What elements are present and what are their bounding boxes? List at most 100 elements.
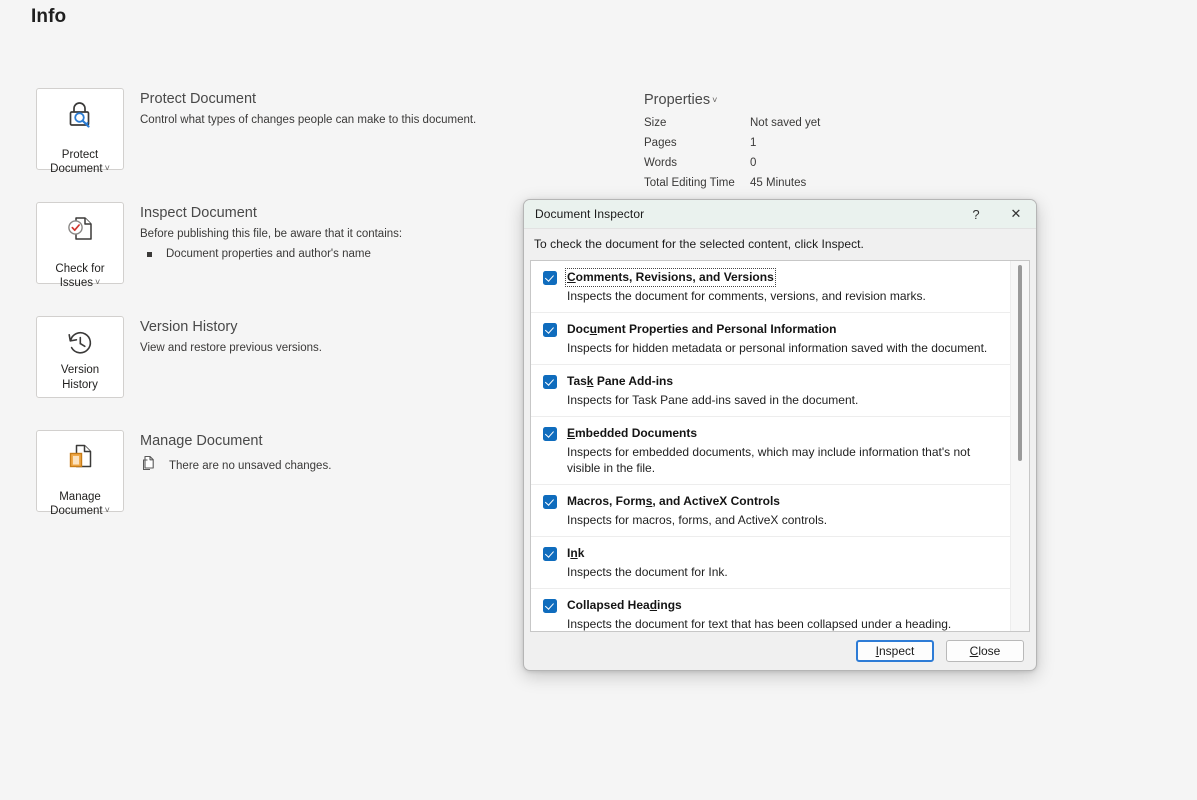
protect-document-description: Control what types of changes people can… xyxy=(140,114,477,126)
padlock-magnifier-icon xyxy=(63,97,97,131)
inspector-item-label: Task Pane Add-ins xyxy=(567,374,674,388)
dialog-footer: Inspect Close xyxy=(524,632,1036,670)
inspector-item-description: Inspects for macros, forms, and ActiveX … xyxy=(567,513,828,527)
property-value: 45 Minutes xyxy=(750,177,807,189)
scrollbar-thumb[interactable] xyxy=(1018,265,1022,461)
dialog-titlebar: Document Inspector ? ✕ xyxy=(524,200,1036,229)
chevron-down-icon: ˅ xyxy=(712,95,718,105)
property-key: Size xyxy=(644,117,667,129)
inspector-item[interactable]: Comments, Revisions, and Versions Inspect… xyxy=(531,261,1010,313)
properties-table: Size Not saved yet Pages 1 Words 0 Total… xyxy=(644,115,820,195)
inspect-document-findings: Document properties and author's name xyxy=(140,246,402,263)
property-key: Total Editing Time xyxy=(644,177,735,189)
close-icon[interactable]: ✕ xyxy=(996,200,1036,228)
document-inspector-dialog: Document Inspector ? ✕ To check the docu… xyxy=(523,199,1037,671)
dialog-titlebar-buttons: ? ✕ xyxy=(956,200,1036,228)
inspector-item-checkbox[interactable] xyxy=(543,495,557,509)
protect-document-heading: Protect Document xyxy=(140,91,257,107)
table-row: Total Editing Time 45 Minutes xyxy=(644,175,820,195)
chevron-down-icon: ˅ xyxy=(104,505,110,515)
table-row: Pages 1 xyxy=(644,135,820,155)
chevron-down-icon: ˅ xyxy=(104,163,110,173)
dialog-instruction: To check the document for the selected c… xyxy=(534,237,864,251)
inspector-item[interactable]: Macros, Forms, and ActiveX Controls Inspe… xyxy=(531,485,1010,537)
version-history-heading: Version History xyxy=(140,319,238,335)
inspector-item[interactable]: Embedded Documents Inspects for embedded … xyxy=(531,417,1010,485)
inspector-item-checkbox[interactable] xyxy=(543,547,557,561)
property-key: Words xyxy=(644,157,678,169)
inspector-item-body: Ink Inspects the document for Ink. xyxy=(567,546,1000,580)
property-value: 0 xyxy=(750,157,757,169)
chevron-down-icon: ˅ xyxy=(94,277,101,287)
inspector-item-checkbox[interactable] xyxy=(543,599,557,613)
table-row: Words 0 xyxy=(644,155,820,175)
manage-document-status-text: There are no unsaved changes. xyxy=(169,460,332,472)
table-row: Size Not saved yet xyxy=(644,115,820,135)
info-section-protect-document: Protect Document ˅ Protect Document Contr… xyxy=(36,88,476,175)
property-key: Pages xyxy=(644,137,677,149)
inspector-item-label: Embedded Documents xyxy=(567,426,698,440)
properties-panel: Properties ˅ Size Not saved yet Pages 1 W… xyxy=(644,92,974,195)
inspector-list: Comments, Revisions, and Versions Inspect… xyxy=(531,261,1010,631)
manage-document-status: There are no unsaved changes. xyxy=(140,455,331,477)
inspector-item-label: Macros, Forms, and ActiveX Controls xyxy=(567,494,780,508)
inspector-item[interactable]: Document Properties and Personal Informa… xyxy=(531,313,1010,365)
manage-document-text: Manage Document There are no unsaved cha… xyxy=(140,430,331,477)
protect-document-text: Protect Document Control what types of c… xyxy=(140,88,476,128)
inspector-list-scrollbar[interactable] xyxy=(1010,261,1029,631)
inspector-item[interactable]: Ink Inspects the document for Ink. xyxy=(531,537,1010,589)
inspector-item-body: Document Properties and Personal Informa… xyxy=(567,322,1000,356)
inspector-item-description: Inspects the document for Ink. xyxy=(567,565,728,579)
property-value: 1 xyxy=(750,137,757,149)
version-history-description: View and restore previous versions. xyxy=(140,342,322,354)
inspector-item-body: Macros, Forms, and ActiveX Controls Inspe… xyxy=(567,494,1000,528)
inspector-item-checkbox[interactable] xyxy=(543,271,557,285)
inspector-item-label: Collapsed Headings xyxy=(567,598,682,612)
inspector-item-label: Ink xyxy=(567,546,585,560)
info-section-version-history: Version History Version History View and… xyxy=(36,316,322,398)
check-for-issues-button[interactable]: Check for Issues ˅ xyxy=(36,202,124,289)
inspect-document-heading: Inspect Document xyxy=(140,205,257,221)
info-section-inspect-document: Check for Issues ˅ Inspect Document Befor… xyxy=(36,202,402,289)
list-item: Document properties and author's name xyxy=(140,246,402,263)
property-value: Not saved yet xyxy=(750,117,821,129)
manage-document-button-label: Manage Document ˅ xyxy=(50,490,110,518)
inspector-item-label: Document Properties and Personal Informa… xyxy=(567,322,837,336)
inspector-item-description: Inspects for hidden metadata or personal… xyxy=(567,341,988,355)
inspector-item-checkbox[interactable] xyxy=(543,323,557,337)
protect-document-button[interactable]: Protect Document ˅ xyxy=(36,88,124,175)
properties-title[interactable]: Properties ˅ xyxy=(644,92,974,108)
page-title: Info xyxy=(31,6,67,27)
inspector-item[interactable]: Task Pane Add-ins Inspects for Task Pane … xyxy=(531,365,1010,417)
inspector-item-description: Inspects for embedded documents, which m… xyxy=(567,445,971,475)
version-history-button[interactable]: Version History xyxy=(36,316,124,398)
inspect-document-description: Before publishing this file, be aware th… xyxy=(140,228,403,240)
document-check-icon xyxy=(63,211,97,245)
inspect-document-text: Inspect Document Before publishing this … xyxy=(140,202,402,263)
inspect-button[interactable]: Inspect xyxy=(856,640,934,662)
inspector-item-body: Comments, Revisions, and Versions Inspect… xyxy=(565,268,1000,304)
document-copy-icon xyxy=(140,455,156,477)
version-history-text: Version History View and restore previou… xyxy=(140,316,322,356)
inspector-item-checkbox[interactable] xyxy=(543,375,557,389)
inspector-item-body: Embedded Documents Inspects for embedded … xyxy=(567,426,1000,476)
protect-document-button-label: Protect Document ˅ xyxy=(50,148,110,176)
manage-document-heading: Manage Document xyxy=(140,433,263,449)
check-for-issues-button-label: Check for Issues ˅ xyxy=(55,262,105,290)
inspector-item-description: Inspects the document for text that has … xyxy=(567,617,952,631)
inspector-item-checkbox[interactable] xyxy=(543,427,557,441)
inspector-item-description: Inspects for Task Pane add-ins saved in … xyxy=(567,393,859,407)
info-section-manage-document: Manage Document ˅ Manage Document There a… xyxy=(36,430,331,517)
manage-document-button[interactable]: Manage Document ˅ xyxy=(36,430,124,517)
inspector-item-description: Inspects the document for comments, vers… xyxy=(567,289,926,303)
inspector-item-body: Task Pane Add-ins Inspects for Task Pane … xyxy=(567,374,1000,408)
dialog-title: Document Inspector xyxy=(535,207,645,221)
inspector-item-body: Collapsed Headings Inspects the document … xyxy=(567,598,1000,631)
inspector-item[interactable]: Collapsed Headings Inspects the document … xyxy=(531,589,1010,631)
inspector-item-label: Comments, Revisions, and Versions xyxy=(565,268,776,287)
inspector-list-container: Comments, Revisions, and Versions Inspect… xyxy=(530,260,1030,632)
clock-history-icon xyxy=(63,325,97,361)
document-pages-icon xyxy=(63,439,97,473)
help-icon[interactable]: ? xyxy=(956,200,996,228)
close-button[interactable]: Close xyxy=(946,640,1024,662)
